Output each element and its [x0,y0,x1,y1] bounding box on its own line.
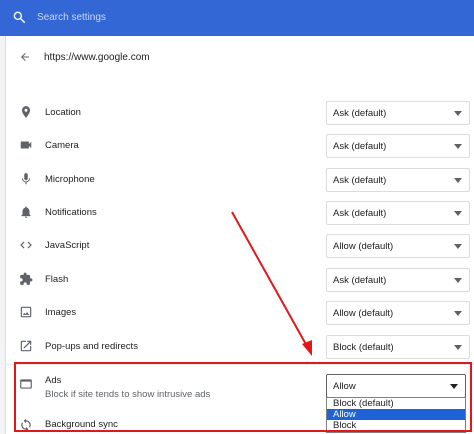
select-value: Ask (default) [333,208,387,219]
permission-label: Flash [45,274,69,285]
caret-down-icon [454,144,462,149]
permission-row-popups: Pop-ups and redirects Block (default) [5,330,474,363]
microphone-select[interactable]: Ask (default) [326,168,470,192]
location-pin-icon [21,106,31,118]
select-value: Allow (default) [333,241,394,252]
select-value: Ask (default) [333,175,387,186]
permission-label: Location [45,107,81,118]
select-value: Allow (default) [333,308,394,319]
permission-label: Camera [45,140,79,151]
code-brackets-icon [20,241,32,249]
search-bar[interactable]: Search settings [0,0,474,36]
flash-select[interactable]: Ask (default) [326,268,470,292]
location-select[interactable]: Ask (default) [326,101,470,125]
microphone-icon [21,173,31,185]
permission-row-javascript: JavaScript Allow (default) [5,229,474,262]
caret-down-icon [454,178,462,183]
permission-row-notifications: Notifications Ask (default) [5,196,474,229]
select-value: Ask (default) [333,108,387,119]
camera-select[interactable]: Ask (default) [326,134,470,158]
select-value: Ask (default) [333,141,387,152]
permission-row-microphone: Microphone Ask (default) [5,163,474,196]
back-arrow-icon[interactable] [19,51,31,63]
select-value: Block (default) [333,342,394,353]
caret-down-icon [454,211,462,216]
caret-down-icon [454,111,462,116]
popups-select[interactable]: Block (default) [326,335,470,359]
permission-label: Pop-ups and redirects [45,341,138,352]
permission-row-camera: Camera Ask (default) [5,129,474,162]
permission-label: Notifications [45,207,97,218]
images-select[interactable]: Allow (default) [326,301,470,325]
caret-down-icon [454,345,462,350]
search-input[interactable]: Search settings [37,12,106,23]
external-link-icon [20,340,32,352]
permission-row-flash: Flash Ask (default) [5,263,474,296]
camera-icon [20,141,32,149]
permission-label: JavaScript [45,240,90,251]
caret-down-icon [454,311,462,316]
image-icon [20,306,32,318]
search-icon [13,11,26,24]
caret-down-icon [454,278,462,283]
permission-row-images: Images Allow (default) [5,296,474,329]
puzzle-piece-icon [20,272,33,285]
permission-label: Images [45,307,77,318]
notifications-select[interactable]: Ask (default) [326,201,470,225]
permission-label: Microphone [45,174,95,185]
caret-down-icon [454,244,462,249]
site-url: https://www.google.com [44,52,150,63]
select-value: Ask (default) [333,275,387,286]
annotation-highlight-box [14,362,472,432]
permission-row-location: Location Ask (default) [5,96,474,129]
javascript-select[interactable]: Allow (default) [326,234,470,258]
bell-icon [21,206,31,218]
